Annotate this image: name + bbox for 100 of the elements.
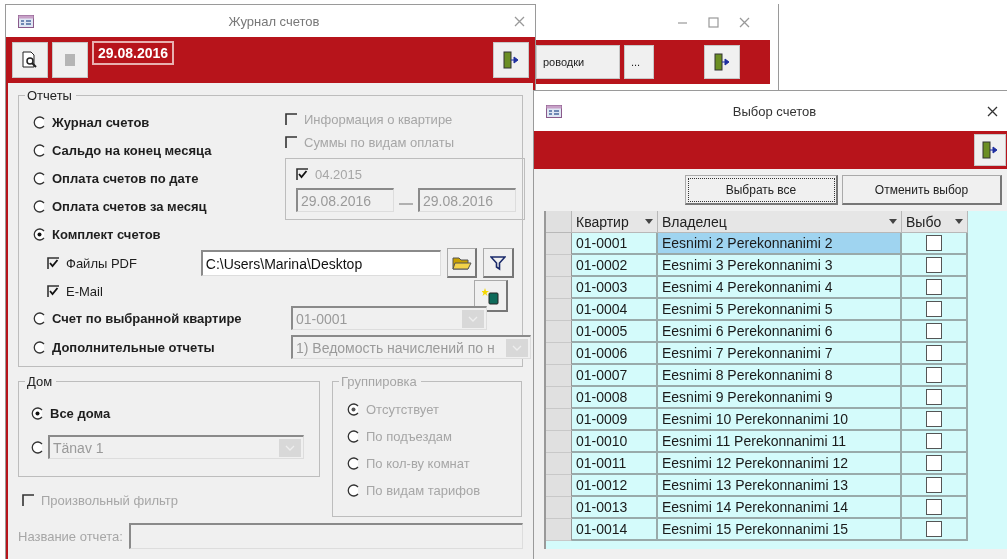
radio-option[interactable]: Оплата счетов по дате [33,164,285,192]
exit-button[interactable] [974,134,1006,166]
radio-option[interactable]: Сальдо на конец месяца [33,136,285,164]
table-cell: Eesnimi 8 Perekonnanimi 8 [658,365,902,387]
table-cell: 01-0004 [572,299,658,321]
radio-option[interactable]: Оплата счетов за месяц [33,192,285,220]
funnel-icon [490,254,507,271]
exit-button[interactable] [704,45,740,79]
range-dash-icon [399,203,413,205]
radio-option[interactable]: Счет по выбранной квартире [33,304,285,332]
form-icon [546,104,562,118]
checkbox-option[interactable]: Файлы PDF [33,249,195,277]
column-header[interactable]: Квартир [572,211,658,233]
page-magnifier-icon [21,51,39,69]
checkbox[interactable] [926,279,942,295]
square-icon [65,54,75,66]
folder-icon [451,254,472,271]
toolbar-button[interactable]: роводки [536,45,620,79]
table-cell: Eesnimi 12 Perekonnanimi 12 [658,453,902,475]
exit-door-icon [502,51,520,69]
checkbox[interactable] [926,455,942,471]
radio-option[interactable]: Журнал счетов [33,108,285,136]
table-cell: 01-0005 [572,321,658,343]
table-cell: 01-0001 [572,233,658,255]
toolbar-button[interactable]: ... [624,45,654,79]
radio-button[interactable] [33,340,46,354]
field-label: Название отчета: [18,528,123,544]
exit-button[interactable] [493,42,529,78]
table-cell: 01-0009 [572,409,658,431]
table-cell: Eesnimi 15 Perekonnanimi 15 [658,519,902,541]
table-cell: Eesnimi 2 Perekonnanimi 2 [658,233,902,255]
table-cell: 01-0007 [572,365,658,387]
table-cell: 01-0013 [572,497,658,519]
exit-door-icon [981,141,999,159]
checkbox[interactable] [926,345,942,361]
exit-door-icon [713,53,731,71]
table-cell: Eesnimi 4 Perekonnanimi 4 [658,277,902,299]
column-header[interactable]: Выбо [902,211,968,233]
table-cell: 01-0003 [572,277,658,299]
table-cell: 01-0002 [572,255,658,277]
checkbox[interactable] [926,521,942,537]
table-cell: 01-0011 [572,453,658,475]
window-title: Журнал счетов [227,13,321,29]
close-icon[interactable] [987,105,998,117]
radio-button[interactable] [31,440,44,454]
form-icon [18,14,34,28]
radio-button[interactable] [33,143,46,157]
table-cell: Eesnimi 6 Perekonnanimi 6 [658,321,902,343]
new-document-icon [481,286,500,305]
radio-option[interactable]: Комплект счетов [33,220,285,248]
date-field[interactable]: 29.08.2016 [92,41,175,65]
dropdown-arrow-icon [645,219,653,224]
radio-button[interactable] [33,227,46,241]
checkbox[interactable] [47,284,60,298]
table-cell: Eesnimi 11 Perekonnanimi 11 [658,431,902,453]
window-title: Выбор счетов [731,103,818,119]
table-cell: 01-0008 [572,387,658,409]
corner-cell[interactable] [546,211,572,233]
radio-button[interactable] [31,406,44,420]
table-cell: 01-0012 [572,475,658,497]
table-cell: 01-0006 [572,343,658,365]
preview-button[interactable] [12,42,48,78]
checkbox[interactable] [926,477,942,493]
checkbox-option[interactable]: E-Mail [33,279,103,303]
table-cell: Eesnimi 7 Perekonnanimi 7 [658,343,902,365]
radio-button[interactable] [33,199,46,213]
filter-button[interactable] [483,248,514,278]
checkbox[interactable] [926,499,942,515]
checkbox[interactable] [47,256,60,270]
checkbox[interactable] [926,389,942,405]
group-title: Отчеты [25,88,76,103]
table-cell: Eesnimi 14 Perekonnanimi 14 [658,497,902,519]
table-cell: Eesnimi 13 Perekonnanimi 13 [658,475,902,497]
column-header[interactable]: Владелец [658,211,902,233]
table-cell: Eesnimi 10 Perekonnanimi 10 [658,409,902,431]
group-title: Дом [25,374,57,389]
checkbox[interactable] [926,323,942,339]
checkbox[interactable] [926,235,942,251]
radio-button[interactable] [33,171,46,185]
select-button[interactable]: Отменить выбор [842,175,1002,205]
radio-button[interactable] [33,115,46,129]
checkbox[interactable] [926,433,942,449]
radio-option[interactable]: Дополнительные отчеты [33,333,285,361]
dropdown-arrow-icon [889,219,897,224]
folder-button[interactable] [446,248,478,278]
path-field[interactable]: C:\Users\Marina\Desktop [200,250,441,276]
checkbox[interactable] [926,411,942,427]
table-cell: Eesnimi 9 Perekonnanimi 9 [658,387,902,409]
group-title: Группировка [339,374,421,389]
checkbox[interactable] [926,301,942,317]
new-item-button[interactable] [474,280,508,312]
report-name-field[interactable] [128,523,523,549]
checkbox[interactable] [926,257,942,273]
dropdown-arrow-icon [955,219,963,224]
table-cell: 01-0014 [572,519,658,541]
select-button[interactable]: Выбрать все [685,175,838,205]
table-cell: Eesnimi 5 Perekonnanimi 5 [658,299,902,321]
checkbox[interactable] [926,367,942,383]
radio-button[interactable] [33,311,46,325]
radio-option[interactable]: Все дома [31,398,311,428]
